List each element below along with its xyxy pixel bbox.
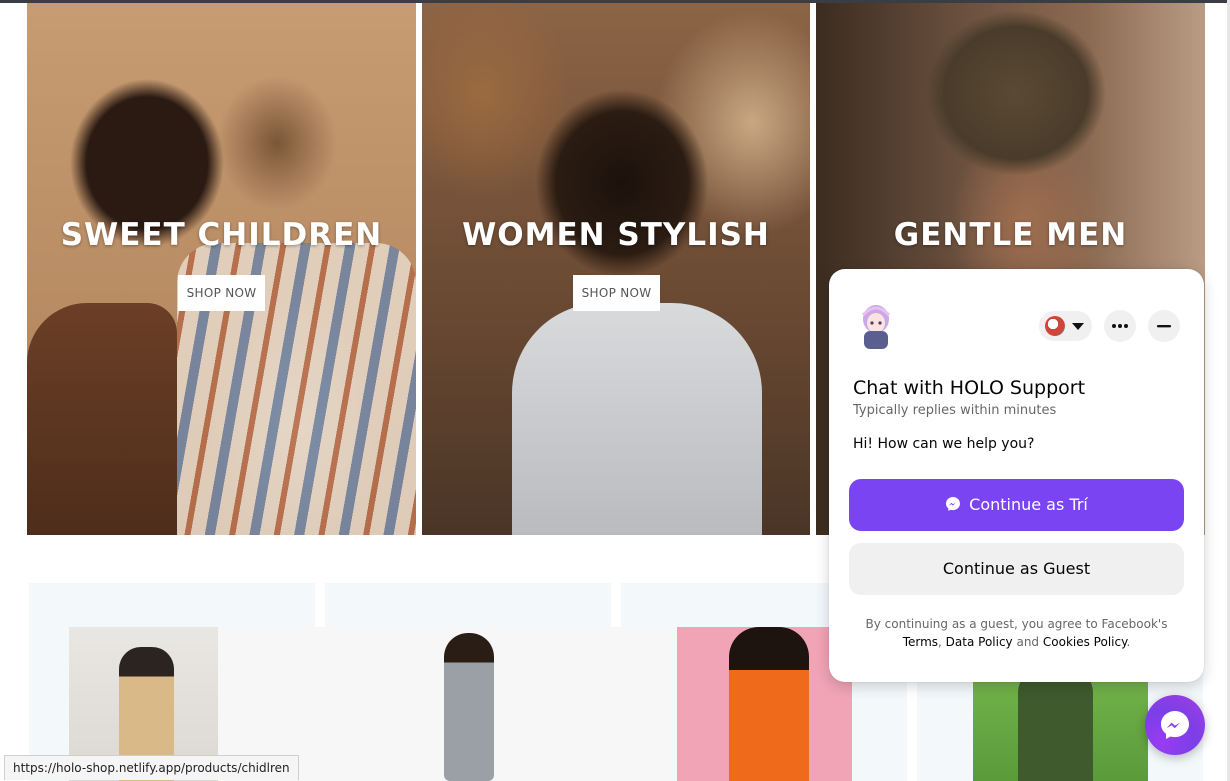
continue-as-user-label: Continue as Trí: [969, 495, 1088, 514]
product-image[interactable]: [677, 627, 852, 781]
messenger-launcher-button[interactable]: [1145, 695, 1205, 755]
more-icon[interactable]: [1104, 310, 1136, 342]
legal-and: and: [1012, 635, 1043, 649]
banner-women-stylish[interactable]: WOMEN STYLISH SHOP NOW: [422, 3, 810, 535]
product-figure: [729, 627, 809, 781]
cookies-policy-link[interactable]: Cookies Policy: [1043, 635, 1127, 649]
legal-separator: ,: [938, 635, 946, 649]
user-avatar: [1045, 316, 1065, 336]
status-bar-url: https://holo-shop.netlify.app/products/c…: [4, 755, 299, 780]
legal-text: By continuing as a guest, you agree to F…: [865, 617, 1168, 631]
banner-sweet-children[interactable]: SWEET CHILDREN SHOP NOW: [27, 3, 416, 535]
shop-now-button[interactable]: SHOP NOW: [573, 275, 660, 311]
shop-now-button[interactable]: SHOP NOW: [178, 275, 265, 311]
legal-notice: By continuing as a guest, you agree to F…: [849, 615, 1184, 651]
messenger-icon: [1161, 711, 1189, 739]
chat-greeting: Hi! How can we help you?: [853, 436, 1035, 452]
banner-image-detail: [512, 303, 762, 535]
banner-title: GENTLE MEN: [893, 217, 1128, 253]
terms-link[interactable]: Terms: [903, 635, 938, 649]
chat-title: Chat with HOLO Support: [853, 377, 1086, 399]
chat-subtitle: Typically replies within minutes: [853, 403, 1057, 418]
continue-as-user-button[interactable]: Continue as Trí: [849, 479, 1184, 531]
minimize-icon[interactable]: [1148, 310, 1180, 342]
messenger-icon: [945, 481, 961, 511]
account-switcher[interactable]: [1039, 311, 1092, 341]
chat-panel: Chat with HOLO Support Typically replies…: [829, 269, 1204, 682]
product-figure: [1018, 667, 1093, 781]
bot-avatar-icon: [856, 301, 896, 351]
banner-image-detail: [27, 303, 177, 535]
product-figure: [444, 633, 494, 781]
continue-as-guest-button[interactable]: Continue as Guest: [849, 543, 1184, 595]
data-policy-link[interactable]: Data Policy: [946, 635, 1013, 649]
banner-title: WOMEN STYLISH: [462, 217, 770, 253]
caret-down-icon: [1072, 323, 1084, 330]
legal-period: .: [1126, 635, 1131, 649]
banner-title: SWEET CHILDREN: [60, 217, 383, 253]
